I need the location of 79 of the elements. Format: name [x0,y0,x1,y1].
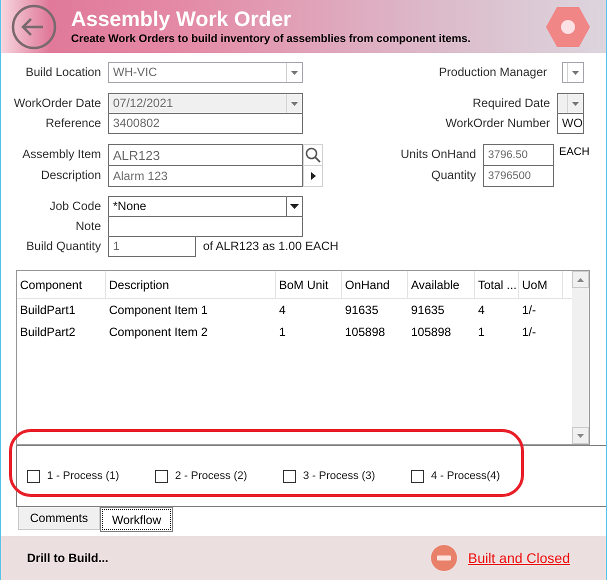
search-icon [305,147,321,163]
table-cell-text: 91635 [410,302,446,319]
input-field[interactable]: 3796.50 [483,144,554,166]
checkbox[interactable] [155,470,168,482]
checkbox[interactable] [283,470,296,482]
table-cell-text: 1/- [521,302,538,319]
field-label: Reference [44,115,102,132]
field-label: Quantity [430,167,477,184]
dropdown-field[interactable]: WH-VIC [108,62,303,83]
tab[interactable]: Workflow [100,507,174,532]
column-header[interactable]: BoM Unit [276,271,342,298]
column-header[interactable]: Available [408,271,475,298]
dropdown-field[interactable] [562,62,584,83]
field-label: Note [74,218,102,235]
dropdown-field[interactable]: *None [108,196,303,217]
scrollbar[interactable] [572,271,589,444]
dropdown-arrow-icon [572,102,579,106]
field-label: WorkOrder Number [444,115,551,132]
table-cell-text: 1 [278,324,287,341]
scroll-up-button[interactable] [572,271,589,288]
field-label: Assembly Item [21,146,102,163]
table-cell-text: 1/- [521,324,538,341]
dropdown-arrow-icon [291,102,298,106]
page-title: Assembly Work Order [71,8,292,32]
column-header[interactable]: OnHand [342,271,408,298]
table-cell-text: BuildPart2 [19,324,76,341]
build-quantity-hint: of ALR123 as 1.00 EACH [202,238,338,255]
field-label: Job Code [48,198,102,215]
table-cell-text: Component Item 2 [108,324,209,341]
scroll-down-icon [577,434,584,438]
table-cell-text: Component Item 1 [108,302,209,319]
input-field[interactable] [557,93,584,114]
input-field[interactable]: 3796500 [483,165,554,187]
minus-circle-icon [430,544,458,572]
table-cell-text: 105898 [410,324,452,341]
column-header[interactable]: Component [17,271,106,298]
field-label: WorkOrder Date [12,95,102,112]
input-field[interactable] [108,216,303,237]
scroll-up-icon [577,278,584,282]
back-icon[interactable] [11,4,57,50]
dropdown-arrow-icon [572,70,579,74]
input-field[interactable]: 1 [108,236,196,257]
search-button[interactable] [303,144,323,166]
scroll-down-button[interactable] [572,427,589,444]
column-header[interactable]: Total ... [475,271,519,298]
field-label: Description [40,167,102,184]
checkbox-label: 3 - Process (3) [302,468,376,484]
input-field[interactable]: ALR123 [108,144,303,166]
page-subtitle: Create Work Orders to build inventory of assemblies from component items. [71,32,471,46]
table-cell-text: 1 [477,324,486,341]
field-label: Units OnHand [400,146,477,163]
table-cell-text: 105898 [344,324,386,341]
table-cell-text: 4 [477,302,486,319]
unit-label: EACH [558,145,590,160]
checkbox[interactable] [27,470,40,482]
drill-to-build-label: Drill to Build... [27,550,108,567]
column-header[interactable]: UoM [519,271,563,298]
field-label: Required Date [472,95,551,112]
field-label: Build Quantity [25,238,102,255]
checkbox-label: 4 - Process(4) [430,468,500,484]
column-header[interactable]: Description [106,271,276,298]
input-field[interactable]: Alarm 123 [108,165,303,187]
hexagon-nut-icon [546,6,590,46]
field-label: Production Manager [438,64,548,81]
field-label: Build Location [24,64,102,81]
input-field[interactable]: WO [557,113,584,134]
table-cell-text: 91635 [344,302,380,319]
table-cell-text: 4 [278,302,287,319]
expand-button[interactable] [303,165,323,187]
input-field[interactable]: 3400802 [108,113,303,134]
checkbox[interactable] [411,470,424,482]
triangle-right-icon [310,172,316,180]
dropdown-arrow-icon [291,70,298,74]
tab[interactable]: Comments [18,507,100,530]
input-field[interactable]: 07/12/2021 [108,93,303,114]
checkbox-label: 1 - Process (1) [46,468,120,484]
dropdown-arrow-icon [290,204,299,209]
table-cell-text: BuildPart1 [19,302,76,319]
checkbox-label: 2 - Process (2) [174,468,248,484]
